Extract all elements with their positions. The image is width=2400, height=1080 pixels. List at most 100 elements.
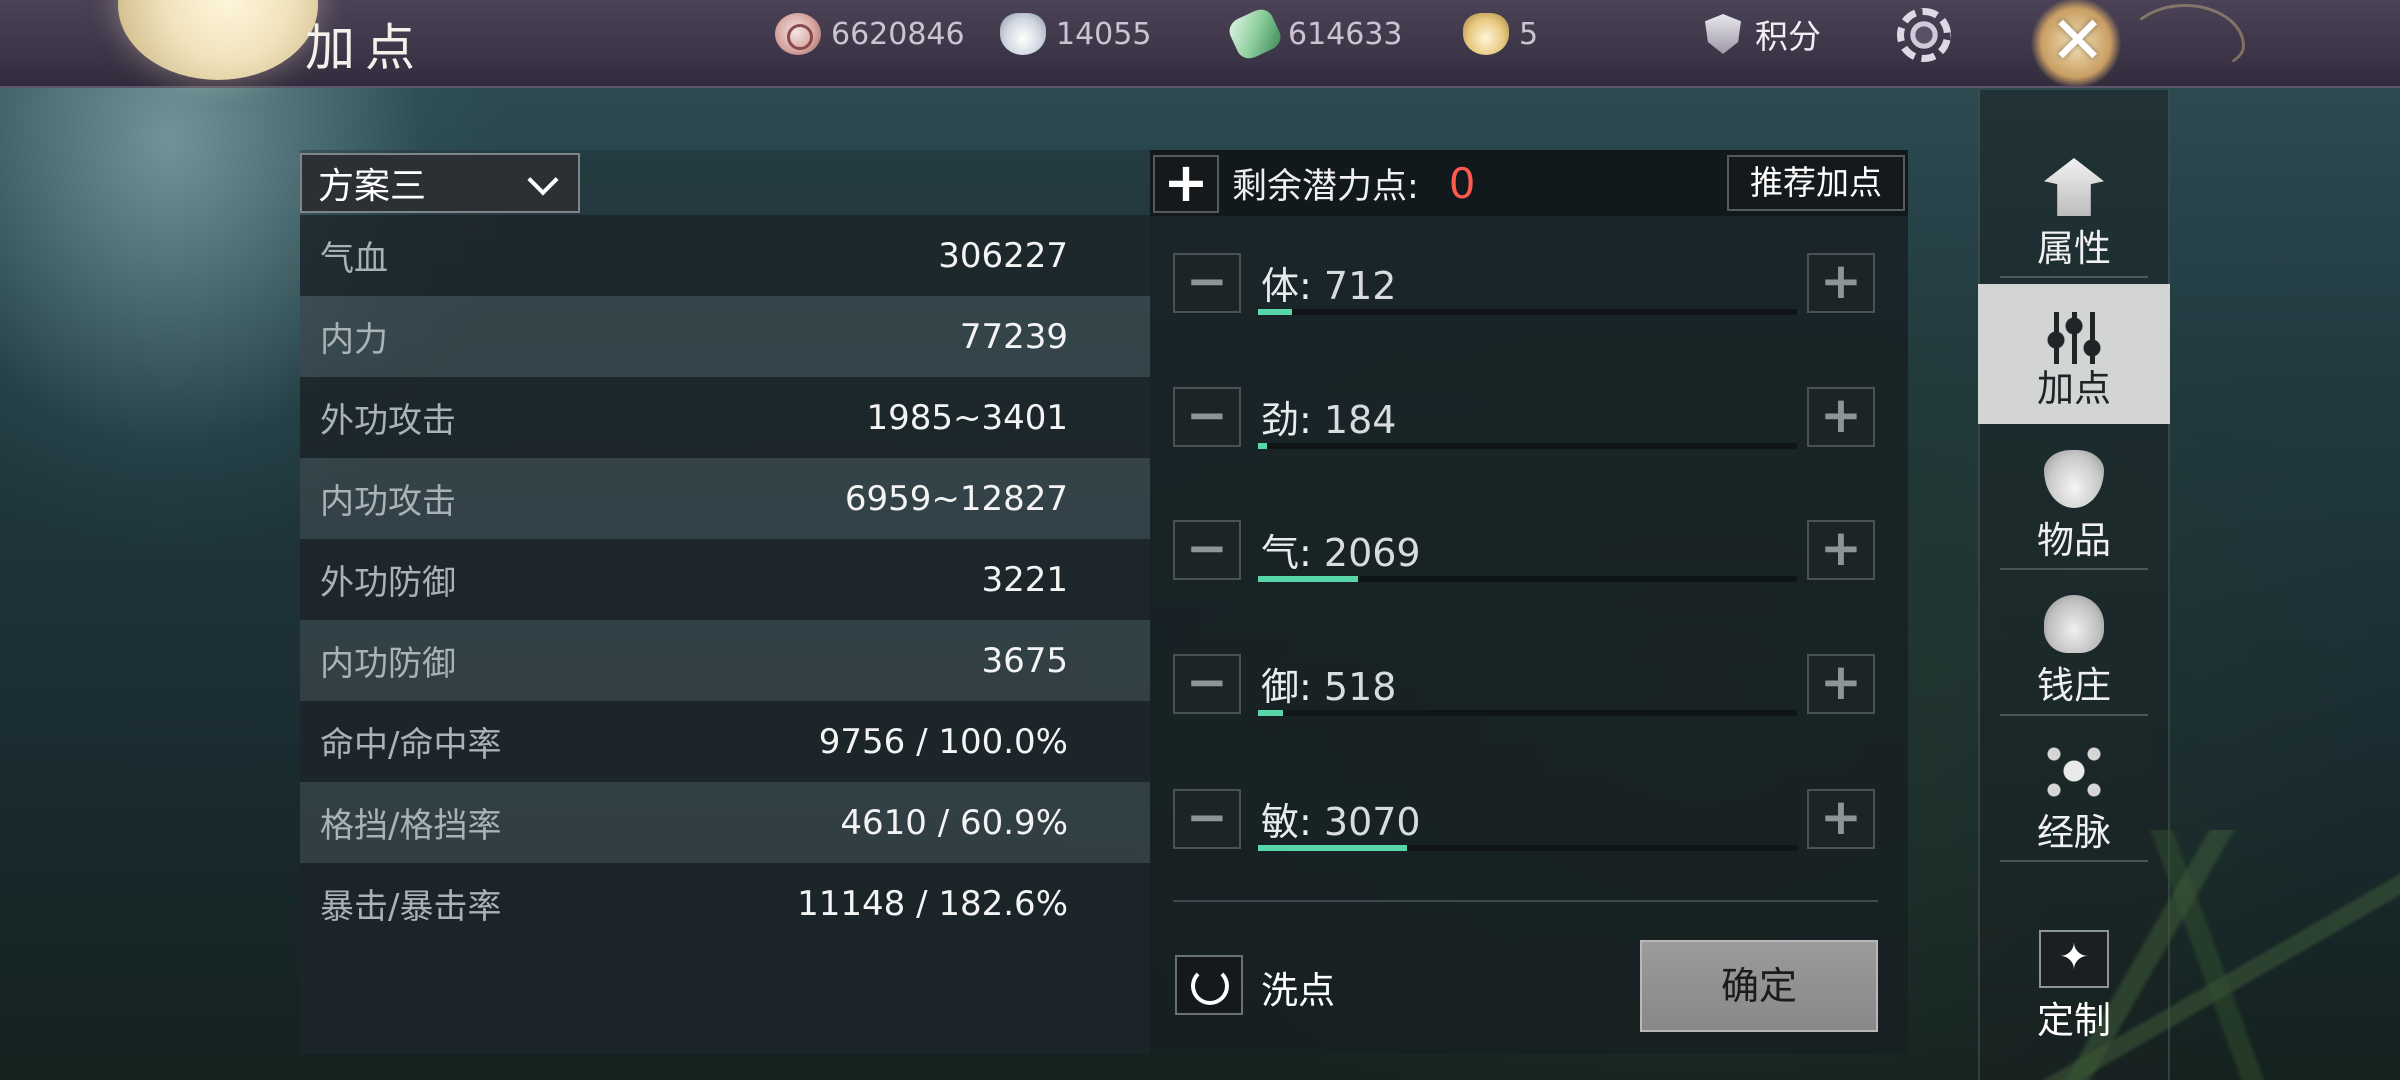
resource-gold[interactable]: 5 — [1463, 12, 1538, 56]
stat-label: 格挡/格挡率 — [320, 806, 502, 846]
attribute-value: 712 — [1323, 264, 1397, 308]
settings-gear-icon[interactable] — [1897, 8, 1951, 62]
attribute-label: 气: 2069 — [1261, 531, 1421, 575]
attribute-progress-track — [1258, 309, 1797, 315]
increase-button[interactable]: + — [1807, 387, 1875, 447]
remaining-points-label: 剩余潜力点: — [1232, 167, 1419, 207]
stat-label: 内功防御 — [320, 644, 456, 684]
reset-points-button[interactable] — [1175, 955, 1243, 1015]
customize-button[interactable]: ✦ 定制 — [1978, 918, 2170, 1048]
nav-item-label: 物品 — [2037, 519, 2111, 562]
increase-button[interactable]: + — [1807, 789, 1875, 849]
nav-separator — [2000, 714, 2148, 716]
increase-button[interactable]: + — [1807, 520, 1875, 580]
reset-points-label: 洗点 — [1261, 969, 1335, 1012]
attribute-row-jin: − 劲: 184 + — [1173, 387, 1885, 457]
stat-row-block: 格挡/格挡率 4610 / 60.9% — [300, 782, 1150, 863]
attribute-name: 劲 — [1261, 398, 1300, 442]
attribute-progress-fill — [1258, 845, 1407, 851]
attribute-progress-track — [1258, 845, 1797, 851]
nav-item-label: 加点 — [2037, 367, 2111, 410]
section-divider — [1173, 900, 1878, 902]
stat-row-mp: 内力 77239 — [300, 296, 1150, 377]
resource-silver[interactable]: 14055 — [1000, 12, 1151, 56]
nav-item-attributes[interactable]: 属性 — [1978, 148, 2170, 288]
chevron-down-icon — [527, 164, 559, 196]
stat-row-inner-defense: 内功防御 3675 — [300, 620, 1150, 701]
close-button[interactable]: ✕ — [2050, 6, 2105, 76]
nav-separator — [2000, 568, 2148, 570]
stat-value: 4610 / 60.9% — [840, 802, 1068, 843]
attribute-row-min: − 敏: 3070 + — [1173, 789, 1885, 859]
scheme-selected: 方案三 — [318, 166, 427, 207]
score-label: 积分 — [1755, 17, 1821, 56]
stat-row-crit: 暴击/暴击率 11148 / 182.6% — [300, 863, 1150, 944]
increase-button[interactable]: + — [1807, 654, 1875, 714]
attribute-value: 184 — [1323, 398, 1397, 442]
stat-label: 命中/命中率 — [320, 725, 502, 765]
shield-icon — [1705, 14, 1741, 54]
stat-row-outer-defense: 外功防御 3221 — [300, 539, 1150, 620]
gold-ingot-icon — [1463, 13, 1509, 55]
attribute-label: 敏: 3070 — [1261, 800, 1421, 844]
attribute-progress-fill — [1258, 576, 1359, 582]
attribute-value: 3070 — [1323, 800, 1421, 844]
nav-item-meridians[interactable]: 经脉 — [1978, 732, 2170, 872]
attribute-label: 御: 518 — [1261, 665, 1397, 709]
stat-label: 气血 — [320, 239, 388, 279]
resource-jade[interactable]: 614633 — [1225, 5, 1403, 63]
attribute-label: 体: 712 — [1261, 264, 1397, 308]
hat-icon — [2044, 158, 2104, 216]
page-title: 加点 — [305, 19, 425, 77]
attribute-row-yu: − 御: 518 + — [1173, 654, 1885, 724]
attribute-name: 御 — [1261, 665, 1300, 709]
nav-item-bank[interactable]: 钱庄 — [1978, 585, 2170, 725]
decrease-button[interactable]: − — [1173, 387, 1241, 447]
copper-coin-icon — [775, 13, 821, 55]
resource-value: 5 — [1519, 16, 1539, 52]
nav-item-items[interactable]: 物品 — [1978, 440, 2170, 580]
attribute-progress-track — [1258, 443, 1797, 449]
decrease-button[interactable]: − — [1173, 520, 1241, 580]
stat-label: 外功防御 — [320, 563, 456, 603]
stat-row-inner-attack: 内功攻击 6959~12827 — [300, 458, 1150, 539]
attribute-progress-fill — [1258, 443, 1267, 449]
add-potential-button[interactable]: + — [1153, 155, 1219, 213]
jade-token-icon — [1225, 5, 1285, 63]
attribute-row-qi: − 气: 2069 + — [1173, 520, 1885, 590]
scheme-dropdown[interactable]: 方案三 — [300, 153, 580, 213]
stat-value: 11148 / 182.6% — [797, 883, 1068, 924]
recommend-points-button[interactable]: 推荐加点 — [1727, 155, 1905, 211]
attribute-row-ti: − 体: 712 + — [1173, 253, 1885, 323]
stat-label: 内功攻击 — [320, 482, 456, 522]
decrease-button[interactable]: − — [1173, 654, 1241, 714]
increase-button[interactable]: + — [1807, 253, 1875, 313]
attribute-progress-fill — [1258, 710, 1283, 716]
decrease-button[interactable]: − — [1173, 253, 1241, 313]
stat-label: 内力 — [320, 320, 388, 360]
resource-value: 14055 — [1056, 16, 1152, 52]
magic-wand-icon: ✦ — [2039, 930, 2109, 988]
meridian-icon — [2044, 742, 2104, 800]
nav-item-label: 属性 — [2037, 227, 2111, 270]
attribute-value: 2069 — [1323, 531, 1421, 575]
attribute-progress-track — [1258, 710, 1797, 716]
nav-item-label: 钱庄 — [2037, 664, 2111, 707]
nav-item-label: 经脉 — [2037, 811, 2111, 854]
decrease-button[interactable]: − — [1173, 789, 1241, 849]
score-button[interactable]: 积分 — [1705, 12, 1821, 56]
stat-value: 3221 — [981, 559, 1068, 600]
attribute-label: 劲: 184 — [1261, 398, 1397, 442]
confirm-button[interactable]: 确定 — [1640, 940, 1878, 1032]
remaining-points-value: 0 — [1448, 159, 1476, 208]
stat-label: 外功攻击 — [320, 401, 456, 441]
stat-row-hp: 气血 306227 — [300, 215, 1150, 296]
nav-item-add-points[interactable]: 加点 — [1978, 284, 2170, 424]
stats-table: 气血 306227 内力 77239 外功攻击 1985~3401 内功攻击 6… — [300, 215, 1150, 1054]
nav-separator — [2000, 276, 2148, 278]
stat-value: 9756 / 100.0% — [818, 721, 1068, 762]
resource-copper[interactable]: 6620846 — [775, 12, 965, 56]
stat-value: 306227 — [938, 235, 1068, 276]
refresh-icon — [1191, 967, 1229, 1005]
stat-row-hit: 命中/命中率 9756 / 100.0% — [300, 701, 1150, 782]
